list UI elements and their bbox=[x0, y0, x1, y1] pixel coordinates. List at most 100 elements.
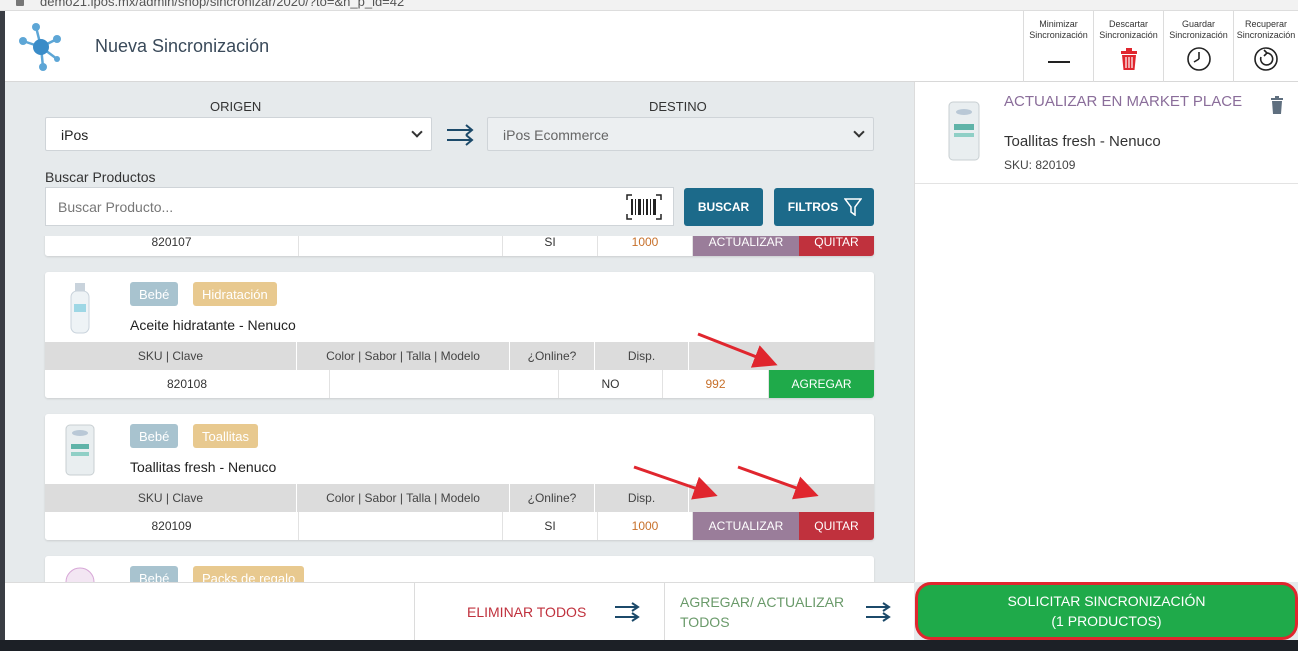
product-thumbnail bbox=[948, 101, 980, 161]
button-label: Guardar bbox=[1181, 19, 1216, 29]
product-name: Aceite hidratante - Nenuco bbox=[130, 317, 296, 333]
product-card: Bebé Packs de regalo bbox=[45, 556, 874, 582]
table-row: 820108 NO 992 AGREGAR bbox=[45, 370, 874, 398]
variant-cell bbox=[299, 512, 503, 540]
add-update-all-button[interactable]: AGREGAR/ ACTUALIZAR TODOS bbox=[664, 583, 914, 641]
button-label: Descartar bbox=[1108, 19, 1148, 29]
available-cell: 1000 bbox=[598, 512, 693, 540]
origin-select[interactable]: iPos bbox=[45, 117, 432, 151]
label-line: TODOS bbox=[680, 614, 730, 630]
chevron-down-icon bbox=[411, 126, 423, 138]
sync-label: SOLICITAR SINCRONIZACIÓN bbox=[1007, 593, 1206, 609]
remove-button[interactable]: QUITAR bbox=[799, 512, 874, 540]
online-cell: NO bbox=[559, 370, 663, 398]
url-text: demo21.ipos.mx/admin/shop/sincronizar/20… bbox=[40, 0, 405, 9]
destination-select[interactable]: iPos Ecommerce bbox=[487, 117, 874, 151]
destination-value: iPos Ecommerce bbox=[503, 127, 609, 143]
variant-cell bbox=[299, 236, 503, 256]
sku-cell: 820107 bbox=[45, 236, 299, 256]
recover-sync-button[interactable]: Recuperar Sincronización bbox=[1233, 11, 1298, 82]
transfer-arrows-icon bbox=[866, 602, 891, 622]
trash-icon bbox=[1120, 48, 1137, 70]
button-label: Sincronización bbox=[1099, 30, 1158, 40]
transfer-arrows-icon bbox=[447, 124, 474, 146]
sku-cell: 820109 bbox=[45, 512, 299, 540]
delete-all-label: ELIMINAR TODOS bbox=[467, 604, 587, 620]
sync-action-label: ACTUALIZAR EN MARKET PLACE bbox=[1004, 93, 1243, 110]
browser-url-bar[interactable]: demo21.ipos.mx/admin/shop/sincronizar/20… bbox=[0, 0, 1298, 11]
variant-cell bbox=[330, 370, 559, 398]
add-update-all-label: AGREGAR/ ACTUALIZAR TODOS bbox=[680, 592, 844, 632]
header-online: ¿Online? bbox=[510, 342, 595, 370]
delete-all-button[interactable]: ELIMINAR TODOS bbox=[414, 583, 664, 641]
origin-value: iPos bbox=[61, 127, 89, 143]
restore-icon bbox=[1254, 47, 1278, 71]
sync-list-item: ACTUALIZAR EN MARKET PLACE Toallitas fre… bbox=[915, 82, 1298, 184]
lock-icon bbox=[16, 0, 24, 6]
sync-list-panel: ACTUALIZAR EN MARKET PLACE Toallitas fre… bbox=[914, 82, 1298, 582]
sync-window: Nueva Sincronización Minimizar Sincroniz… bbox=[5, 11, 1298, 641]
online-cell: SI bbox=[503, 236, 598, 256]
product-card: 820107 SI 1000 ACTUALIZAR QUITAR bbox=[45, 236, 874, 256]
header-variant: Color | Sabor | Talla | Modelo bbox=[297, 342, 510, 370]
search-label: Buscar Productos bbox=[45, 169, 156, 185]
product-card: Bebé Hidratación Aceite hidratante - Nen… bbox=[45, 272, 874, 398]
search-placeholder: Buscar Producto... bbox=[58, 199, 174, 215]
sku-cell: 820108 bbox=[45, 370, 330, 398]
minimize-sync-button[interactable]: Minimizar Sincronización bbox=[1023, 11, 1093, 82]
header-sku: SKU | Clave bbox=[45, 484, 297, 512]
label-line: AGREGAR/ ACTUALIZAR bbox=[680, 594, 845, 610]
button-label: Recuperar bbox=[1244, 19, 1288, 29]
transfer-arrows-icon bbox=[615, 602, 640, 622]
logo-icon bbox=[19, 23, 61, 71]
sync-product-sku: SKU: 820109 bbox=[1004, 158, 1076, 172]
category-tag: Bebé bbox=[130, 424, 179, 448]
barcode-icon[interactable] bbox=[626, 194, 662, 220]
save-sync-button[interactable]: Guardar Sincronización bbox=[1163, 11, 1233, 82]
table-row: 820109 SI 1000 ACTUALIZAR QUITAR bbox=[45, 512, 874, 540]
category-tag: Hidratación bbox=[193, 282, 277, 306]
filters-button[interactable]: FILTROS bbox=[774, 188, 874, 226]
online-cell: SI bbox=[503, 512, 598, 540]
request-sync-button[interactable]: SOLICITAR SINCRONIZACIÓN (1 PRODUCTOS) bbox=[915, 582, 1298, 640]
category-tag: Bebé bbox=[130, 566, 179, 582]
product-list: 820107 SI 1000 ACTUALIZAR QUITAR Bebé Hi… bbox=[5, 236, 914, 582]
category-tag: Toallitas bbox=[193, 424, 258, 448]
chevron-down-icon bbox=[853, 126, 865, 138]
search-input[interactable]: Buscar Producto... bbox=[45, 187, 674, 226]
sync-count: (1 PRODUCTOS) bbox=[1051, 613, 1162, 629]
remove-item-icon[interactable] bbox=[1269, 95, 1285, 115]
header-available: Disp. bbox=[595, 484, 689, 512]
footer-bar: ELIMINAR TODOS AGREGAR/ ACTUALIZAR TODOS bbox=[5, 582, 914, 641]
product-image bbox=[70, 283, 90, 334]
header-variant: Color | Sabor | Talla | Modelo bbox=[297, 484, 510, 512]
header-online: ¿Online? bbox=[510, 484, 595, 512]
filter-icon bbox=[844, 198, 862, 216]
update-button[interactable]: ACTUALIZAR bbox=[693, 512, 799, 540]
button-label: Sincronización bbox=[1029, 30, 1088, 40]
minimize-icon bbox=[1047, 61, 1070, 63]
category-tag: Bebé bbox=[130, 282, 179, 306]
category-tag: Packs de regalo bbox=[193, 566, 305, 582]
sync-product-name: Toallitas fresh - Nenuco bbox=[1004, 133, 1161, 150]
product-image bbox=[65, 567, 95, 582]
product-name: Toallitas fresh - Nenuco bbox=[130, 459, 277, 475]
header-sku: SKU | Clave bbox=[45, 342, 297, 370]
button-label: Sincronización bbox=[1236, 30, 1296, 40]
table-row: 820107 SI 1000 ACTUALIZAR QUITAR bbox=[45, 236, 874, 256]
button-label: Minimizar bbox=[1039, 19, 1078, 29]
header-available: Disp. bbox=[595, 342, 689, 370]
clock-icon bbox=[1186, 47, 1211, 71]
filters-label: FILTROS bbox=[787, 200, 839, 214]
button-label: Sincronización bbox=[1169, 30, 1228, 40]
discard-sync-button[interactable]: Descartar Sincronización bbox=[1093, 11, 1163, 82]
page-title: Nueva Sincronización bbox=[95, 36, 270, 56]
update-button[interactable]: ACTUALIZAR bbox=[693, 236, 799, 256]
remove-button[interactable]: QUITAR bbox=[799, 236, 874, 256]
table-header: SKU | Clave Color | Sabor | Talla | Mode… bbox=[45, 484, 874, 512]
add-button[interactable]: AGREGAR bbox=[769, 370, 874, 398]
available-cell: 1000 bbox=[598, 236, 693, 256]
search-button[interactable]: BUSCAR bbox=[684, 188, 763, 226]
available-cell: 992 bbox=[663, 370, 769, 398]
origin-label: ORIGEN bbox=[210, 99, 262, 114]
